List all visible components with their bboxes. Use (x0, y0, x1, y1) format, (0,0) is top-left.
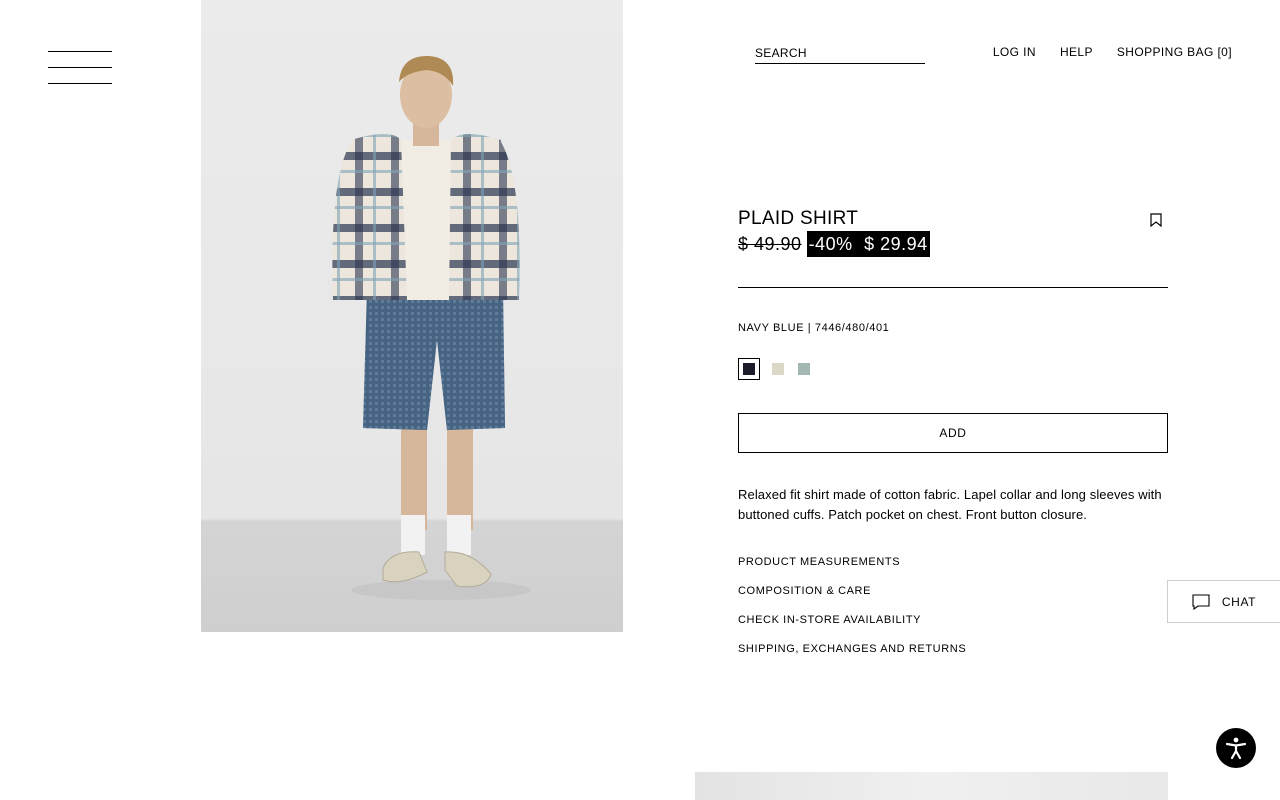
product-info-panel: PLAID SHIRT $ 49.90 -40% $ 29.94 NAVY BL… (738, 208, 1168, 671)
discount-percent: -40% (808, 234, 853, 254)
divider (738, 287, 1168, 288)
shopping-bag-link[interactable]: SHOPPING BAG [0] (1117, 45, 1232, 59)
sale-badge: -40% $ 29.94 (806, 231, 930, 257)
product-info-links: PRODUCT MEASUREMENTS COMPOSITION & CARE … (738, 555, 1168, 671)
product-description: Relaxed fit shirt made of cotton fabric.… (738, 487, 1162, 522)
sale-price: $ 29.94 (864, 234, 928, 254)
composition-care-link[interactable]: COMPOSITION & CARE (738, 584, 1168, 613)
bookmark-icon[interactable] (1150, 213, 1162, 227)
menu-icon[interactable] (48, 51, 112, 85)
color-swatch[interactable] (796, 361, 812, 377)
top-navigation: LOG IN HELP SHOPPING BAG [0] (993, 45, 1232, 59)
search-field[interactable] (755, 44, 925, 64)
color-swatches (738, 358, 1168, 380)
chat-label: CHAT (1221, 594, 1257, 609)
color-swatch[interactable] (738, 358, 760, 380)
help-link[interactable]: HELP (1060, 45, 1093, 59)
color-swatch[interactable] (770, 361, 786, 377)
color-swatch-fill (743, 363, 755, 375)
product-image[interactable] (201, 0, 623, 632)
model-illustration (332, 55, 531, 600)
original-price: $ 49.90 (738, 233, 802, 254)
chat-button[interactable]: CHAT (1167, 580, 1280, 623)
product-measurements-link[interactable]: PRODUCT MEASUREMENTS (738, 555, 1168, 584)
color-swatch-fill (772, 363, 784, 375)
shipping-returns-link[interactable]: SHIPPING, EXCHANGES AND RETURNS (738, 642, 1168, 671)
color-reference: NAVY BLUE | 7446/480/401 (738, 322, 890, 334)
secondary-product-image[interactable] (695, 772, 1168, 800)
color-swatch-fill (798, 363, 810, 375)
add-to-bag-button[interactable]: ADD (738, 413, 1168, 453)
accessibility-icon (1225, 737, 1247, 760)
chat-bubble-icon (1192, 593, 1210, 610)
store-availability-link[interactable]: CHECK IN-STORE AVAILABILITY (738, 613, 1168, 642)
price-row: $ 49.90 -40% $ 29.94 (738, 231, 1168, 257)
search-input[interactable] (755, 46, 925, 60)
product-title: PLAID SHIRT (738, 208, 859, 229)
login-link[interactable]: LOG IN (993, 45, 1036, 59)
accessibility-button[interactable] (1216, 728, 1256, 768)
